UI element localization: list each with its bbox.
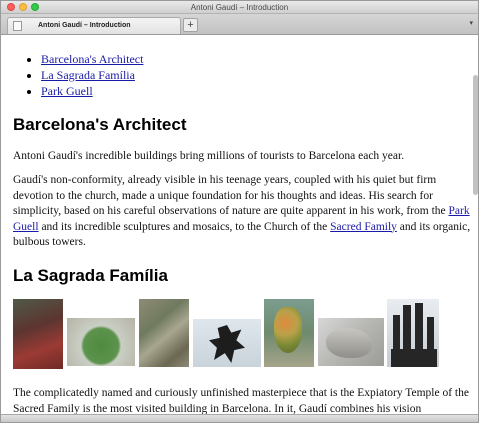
toc-item: La Sagrada Família [41, 67, 143, 83]
toc-item: Barcelona's Architect [41, 51, 143, 67]
toc-link-park-guell[interactable]: Park Guell [41, 84, 93, 98]
page-content: Barcelona's Architect La Sagrada Família… [1, 35, 478, 422]
table-of-contents: Barcelona's Architect La Sagrada Família… [27, 51, 143, 99]
status-bar [1, 414, 478, 422]
photo-red-tower [13, 299, 63, 369]
photo-dark-sculpture [193, 319, 261, 367]
tab-gaudi-introduction[interactable]: Antoni Gaudí – Introduction [7, 17, 181, 34]
intro-paragraph: Antoni Gaudí's incredible buildings brin… [13, 150, 405, 162]
gaudi-paragraph: Gaudí's non-conformity, already visible … [13, 173, 471, 251]
section-heading-barcelonas-architect: Barcelona's Architect [13, 115, 187, 134]
photo-carved-stone [139, 299, 189, 367]
window-title: Antoni Gaudí – Introduction [190, 3, 289, 12]
tab-bar: Antoni Gaudí – Introduction + ▾ [1, 14, 478, 35]
sagrada-paragraph: The complicatedly named and curiously un… [13, 387, 469, 415]
paragraph-text: and its incredible sculptures and mosaic… [38, 220, 331, 233]
photo-fruit-pinnacle [264, 299, 314, 367]
photo-cathedral-spires [387, 299, 439, 367]
toc-item: Park Guell [41, 83, 143, 99]
toc-link-barcelonas-architect[interactable]: Barcelona's Architect [41, 52, 143, 66]
new-tab-button[interactable]: + [183, 18, 198, 32]
vertical-scrollbar[interactable] [473, 75, 478, 195]
toc-link-la-sagrada-familia[interactable]: La Sagrada Família [41, 68, 135, 82]
browser-window: Antoni Gaudí – Introduction Antoni Gaudí… [0, 0, 479, 423]
photo-green-bowl [67, 318, 135, 366]
section-heading-la-sagrada-familia: La Sagrada Família [13, 266, 168, 285]
tab-label: Antoni Gaudí – Introduction [38, 22, 131, 29]
photo-stone-figure [318, 318, 384, 366]
paragraph-text: Gaudí's non-conformity, already visible … [13, 174, 449, 217]
sacred-family-link[interactable]: Sacred Family [330, 221, 397, 233]
chevron-down-icon[interactable]: ▾ [469, 19, 473, 27]
page-icon [13, 21, 22, 31]
title-bar: Antoni Gaudí – Introduction [1, 1, 478, 14]
